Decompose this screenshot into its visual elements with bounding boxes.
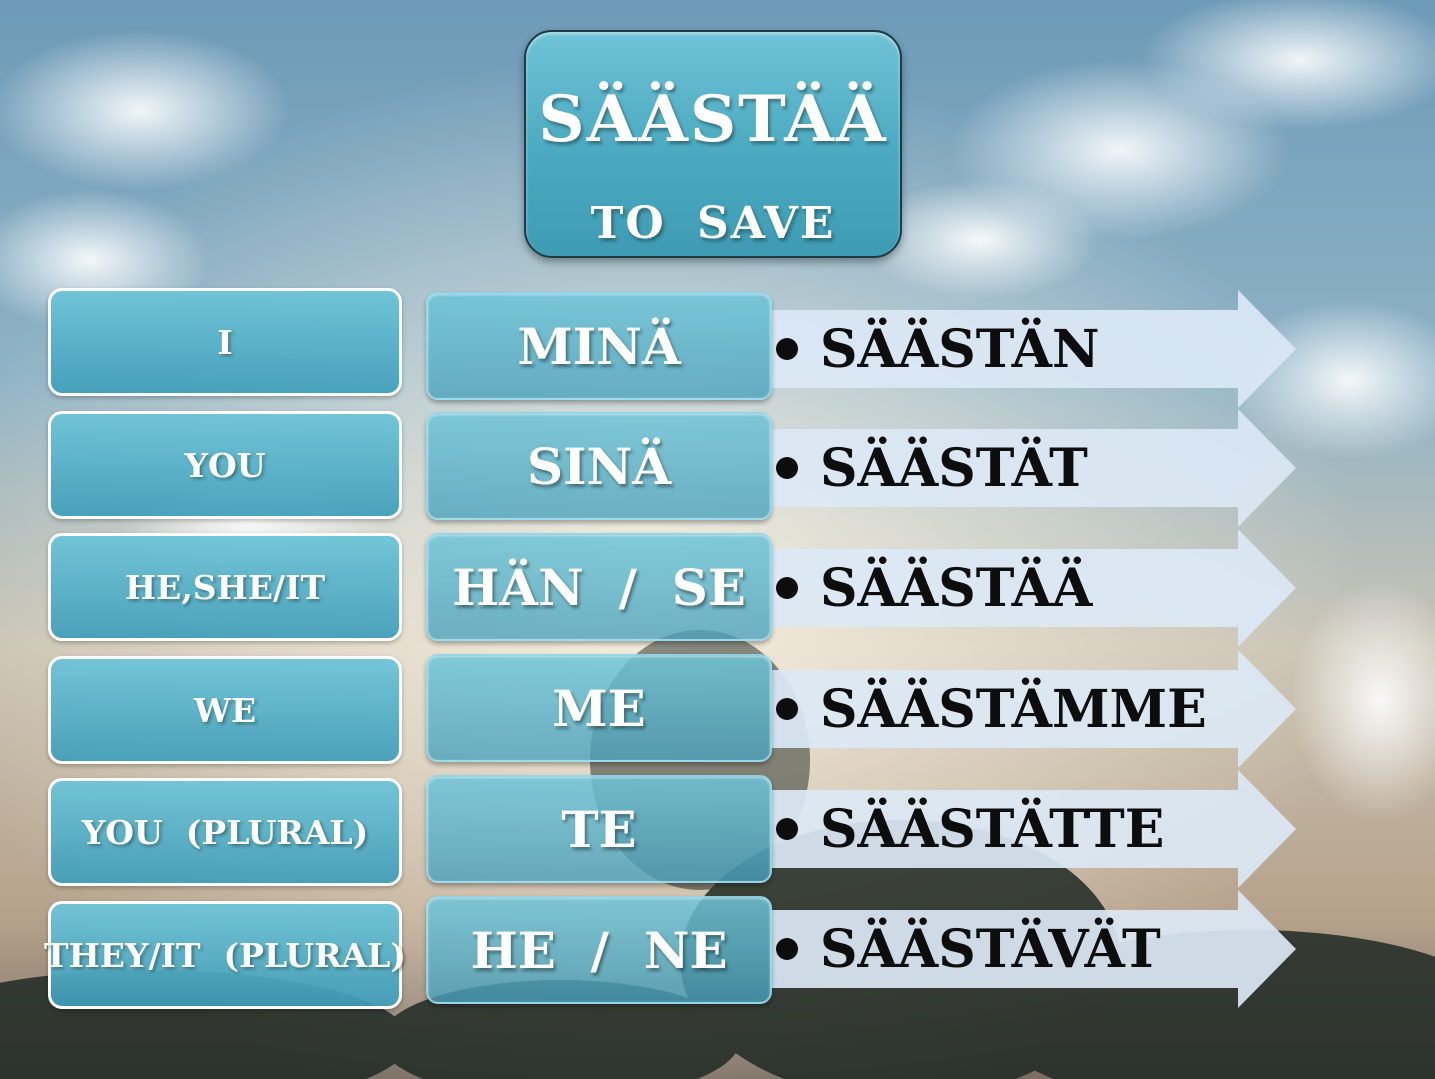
pronoun-english-4: WE xyxy=(48,656,402,764)
conjugation-2: SÄÄSTÄT xyxy=(820,437,1088,499)
verb-translation: TO SAVE xyxy=(590,198,836,249)
pronoun-english-1: I xyxy=(48,288,402,396)
bullet-icon xyxy=(776,457,798,479)
pronoun-english-3: HE,SHE/IT xyxy=(48,533,402,641)
pronoun-english-5: YOU (PLURAL) xyxy=(48,778,402,886)
bullet-icon xyxy=(776,818,798,840)
bullet-icon xyxy=(776,338,798,360)
conjugation-row-5: SÄÄSTÄTTE xyxy=(776,770,1164,888)
conjugation-row-4: SÄÄSTÄMME xyxy=(776,650,1207,768)
bullet-icon xyxy=(776,577,798,599)
bullet-icon xyxy=(776,938,798,960)
conjugation-row-1: SÄÄSTÄN xyxy=(776,290,1100,408)
bullet-icon xyxy=(776,698,798,720)
pronoun-finnish-1: MINÄ xyxy=(426,292,772,400)
pronoun-finnish-4: ME xyxy=(426,654,772,762)
verb-title: SÄÄSTÄÄ xyxy=(538,82,888,157)
conjugation-3: SÄÄSTÄÄ xyxy=(820,557,1093,619)
conjugation-row-6: SÄÄSTÄVÄT xyxy=(776,890,1161,1008)
pronoun-finnish-2: SINÄ xyxy=(426,412,772,520)
conjugation-6: SÄÄSTÄVÄT xyxy=(820,918,1161,980)
conjugation-1: SÄÄSTÄN xyxy=(820,318,1100,380)
conjugation-row-2: SÄÄSTÄT xyxy=(776,409,1088,527)
verb-title-card: SÄÄSTÄÄ TO SAVE xyxy=(524,30,902,258)
pronoun-english-2: YOU xyxy=(48,411,402,519)
conjugation-5: SÄÄSTÄTTE xyxy=(820,798,1165,860)
pronoun-finnish-6: HE / NE xyxy=(426,896,772,1004)
conjugation-row-3: SÄÄSTÄÄ xyxy=(776,529,1092,647)
pronoun-finnish-5: TE xyxy=(426,775,772,883)
conjugation-4: SÄÄSTÄMME xyxy=(820,678,1207,740)
pronoun-finnish-3: HÄN / SE xyxy=(426,533,772,641)
pronoun-english-6: THEY/IT (PLURAL) xyxy=(44,901,406,1009)
